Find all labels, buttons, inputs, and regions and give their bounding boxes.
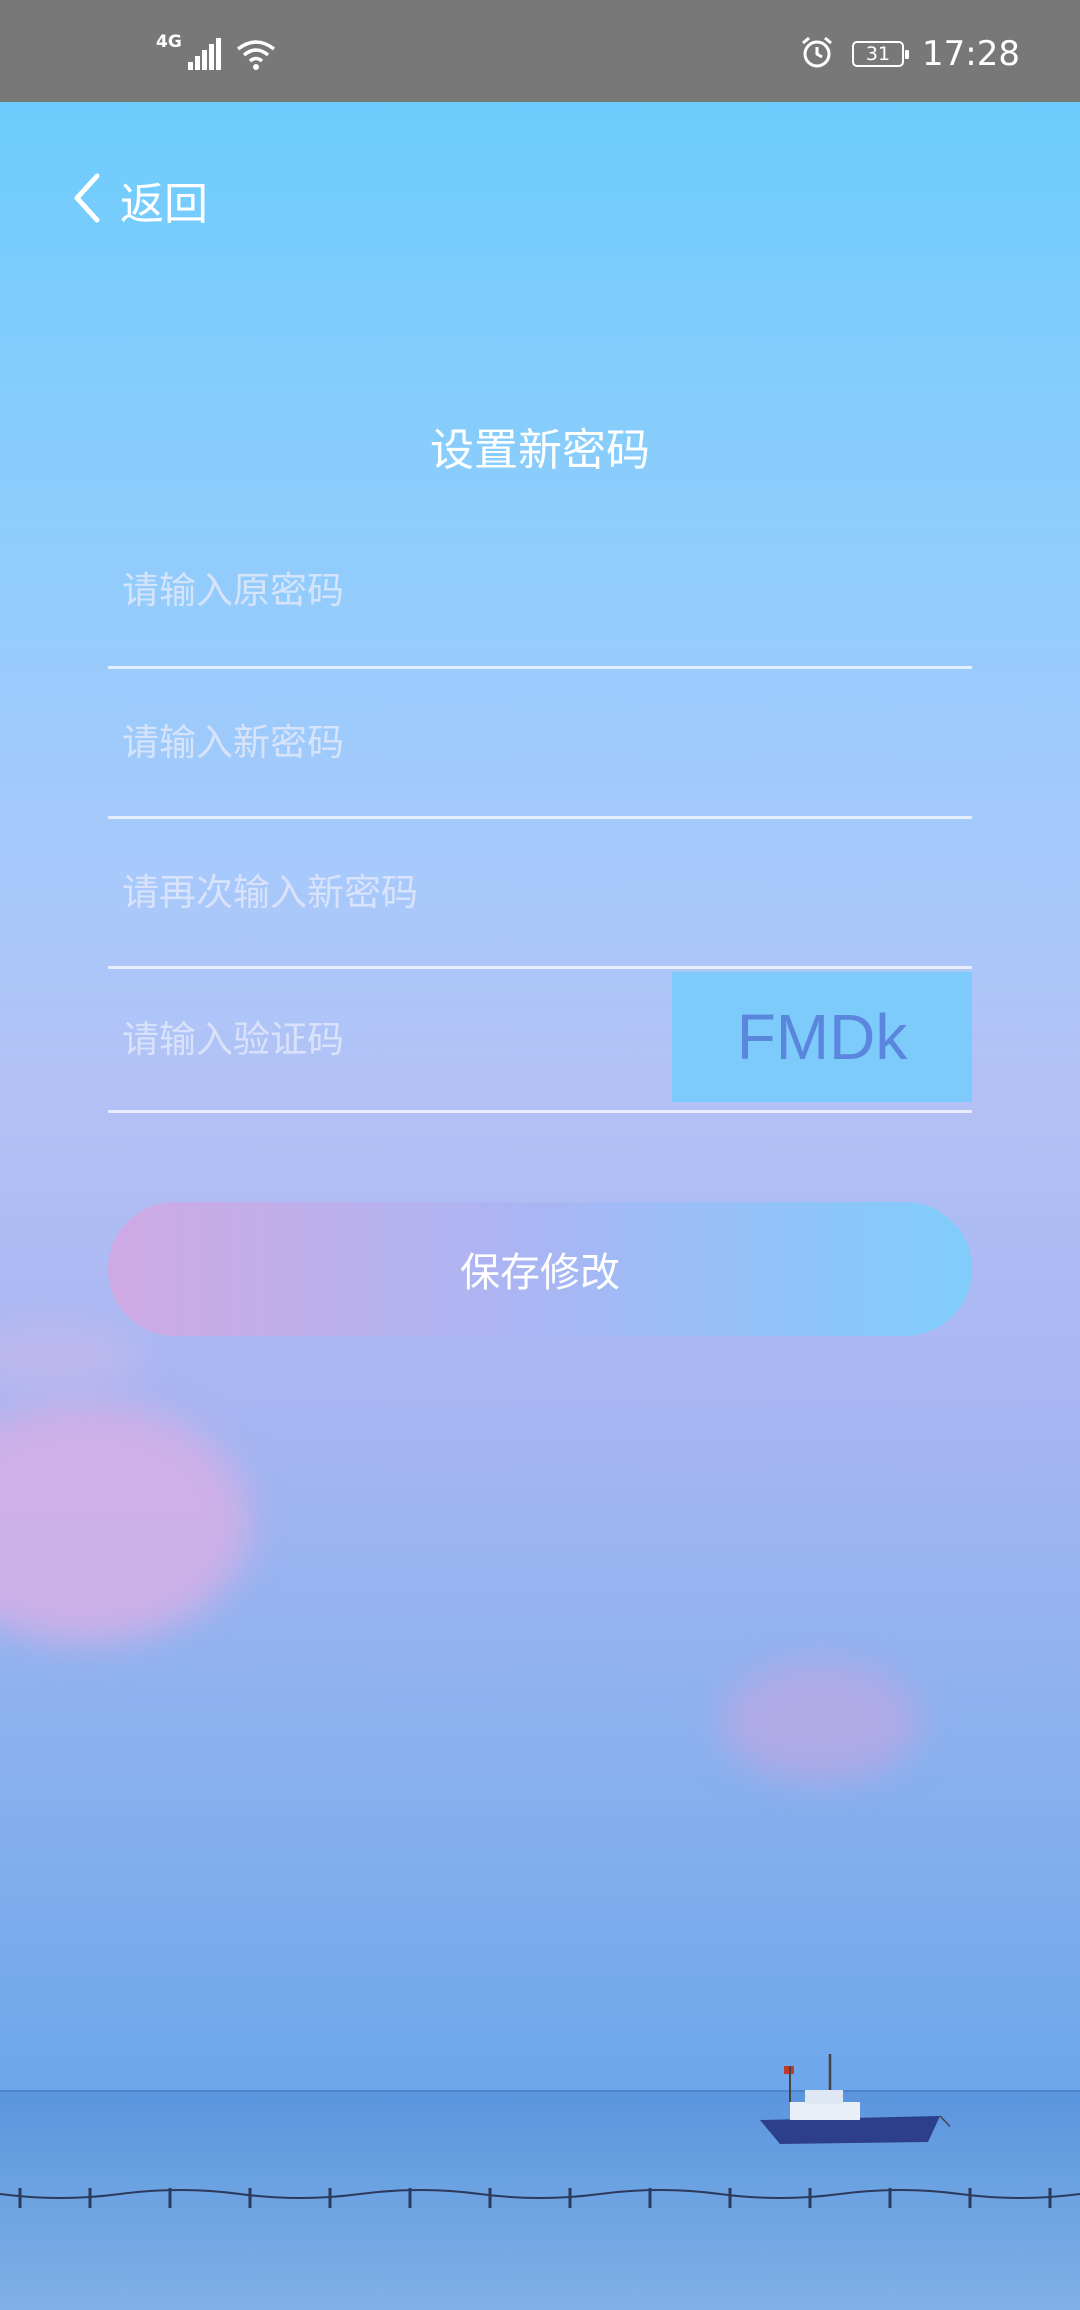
chevron-left-icon	[72, 172, 102, 228]
status-right: 31 17:28	[800, 34, 1020, 74]
fishing-boat	[760, 2054, 950, 2144]
status-bar: 4G 31 17:28	[0, 0, 1080, 102]
fishing-net-line	[0, 2188, 1080, 2208]
status-left: 4G	[156, 32, 276, 74]
old-password-field	[108, 512, 972, 669]
background-cloud	[0, 1322, 140, 1392]
captcha-image[interactable]: FMDk	[672, 972, 972, 1102]
page-title: 设置新密码	[430, 425, 650, 476]
network-type-label: 4G	[156, 32, 182, 52]
save-button[interactable]: 保存修改	[108, 1202, 972, 1336]
sea-background	[0, 2054, 1080, 2310]
alarm-icon	[800, 35, 834, 73]
old-password-input[interactable]	[120, 512, 724, 668]
back-button[interactable]: 返回	[72, 168, 208, 232]
password-reset-screen: 返回 设置新密码 FMDk 保存修改	[0, 102, 1080, 2310]
confirm-password-field	[108, 816, 972, 969]
battery-level: 31	[865, 42, 891, 65]
confirm-password-input[interactable]	[120, 816, 724, 968]
wifi-icon	[236, 38, 276, 74]
captcha-field: FMDk	[108, 966, 972, 1113]
signal-icon	[187, 38, 222, 74]
save-button-label: 保存修改	[460, 1250, 620, 1296]
battery-icon: 31	[852, 41, 910, 67]
new-password-input[interactable]	[120, 666, 724, 818]
back-label: 返回	[120, 179, 208, 230]
background-cloud	[0, 1402, 250, 1642]
captcha-code: FMDk	[736, 1001, 908, 1073]
captcha-input[interactable]	[120, 966, 724, 1112]
new-password-field	[108, 666, 972, 819]
clock-time: 17:28	[922, 34, 1020, 74]
background-cloud	[720, 1662, 920, 1782]
